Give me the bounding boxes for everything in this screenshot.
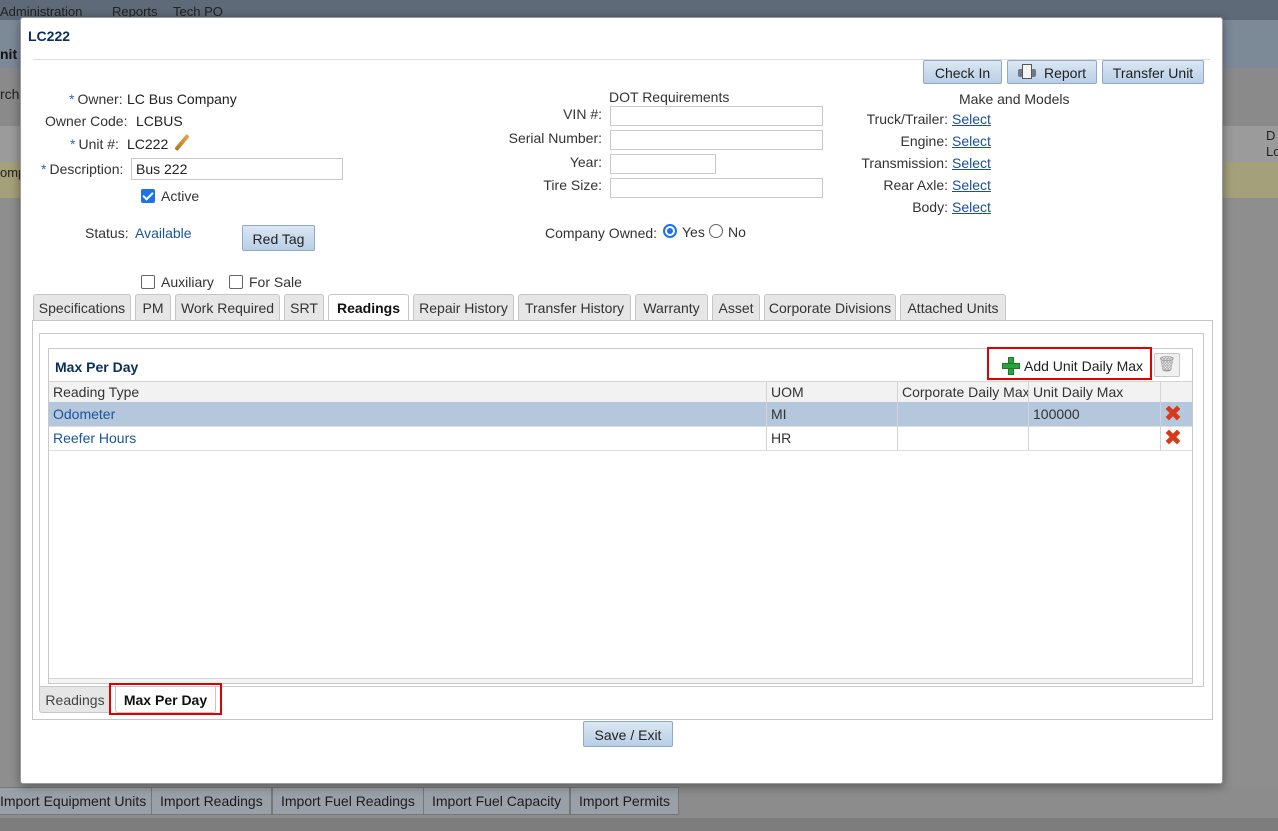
delete-icon[interactable]: ✖ <box>1163 403 1183 425</box>
unit-modal: LC222 Check In Report Transfer Unit * Own… <box>20 17 1223 784</box>
corporate-daily-max-cell <box>898 402 1029 426</box>
trash-icon[interactable]: 🗑 <box>1154 353 1180 377</box>
auxiliary-checkbox[interactable] <box>141 275 155 289</box>
transfer-unit-button[interactable]: Transfer Unit <box>1102 60 1204 84</box>
bg-fragment: rch <box>0 86 20 102</box>
corporate-daily-max-cell <box>898 426 1029 450</box>
import-permits-button[interactable]: Import Permits <box>570 787 680 815</box>
truck-trailer-label: Truck/Trailer: <box>866 111 948 127</box>
import-equipment-units-button[interactable]: Import Equipment Units <box>0 787 156 815</box>
pencil-icon[interactable] <box>173 134 191 152</box>
dot-requirements-title: DOT Requirements <box>609 89 730 105</box>
vin-input[interactable] <box>610 106 823 126</box>
column-corporate-daily-max[interactable]: Corporate Daily Max <box>898 382 1029 402</box>
grid-header: Reading Type UOM Corporate Daily Max Uni… <box>49 381 1192 403</box>
add-unit-daily-max-button[interactable]: Add Unit Daily Max <box>998 353 1149 379</box>
readings-tab-panel: Max Per Day Add Unit Daily Max 🗑 Reading… <box>32 320 1213 720</box>
tab-corporate-divisions[interactable]: Corporate Divisions <box>764 294 896 320</box>
engine-label: Engine: <box>900 133 948 149</box>
tab-work-required[interactable]: Work Required <box>175 294 280 320</box>
grid-title: Max Per Day <box>55 359 139 375</box>
report-label: Report <box>1043 65 1087 81</box>
body-select-link[interactable]: Select <box>952 199 991 215</box>
import-readings-button[interactable]: Import Readings <box>151 787 272 815</box>
subtab-max-per-day[interactable]: Max Per Day <box>115 687 216 713</box>
max-per-day-panel: Max Per Day Add Unit Daily Max 🗑 Reading… <box>39 333 1204 687</box>
rear-axle-label: Rear Axle: <box>883 177 948 193</box>
tire-size-label: Tire Size: <box>543 177 602 193</box>
year-input[interactable] <box>610 154 716 174</box>
column-unit-daily-max[interactable]: Unit Daily Max <box>1029 382 1161 402</box>
check-in-button[interactable]: Check In <box>923 60 1002 84</box>
modal-title: LC222 <box>28 28 71 44</box>
for-sale-label: For Sale <box>249 274 302 290</box>
max-per-day-grid: Max Per Day Add Unit Daily Max 🗑 Reading… <box>48 347 1193 684</box>
import-fuel-readings-button[interactable]: Import Fuel Readings <box>272 787 424 815</box>
bg-fragment: Lo <box>1266 144 1278 159</box>
uom-cell: HR <box>767 426 898 450</box>
uom-cell: MI <box>767 402 898 426</box>
tab-readings[interactable]: Readings <box>328 294 409 321</box>
red-tag-button[interactable]: Red Tag <box>242 225 315 251</box>
plus-icon <box>1002 357 1020 375</box>
tab-asset[interactable]: Asset <box>712 294 760 320</box>
company-owned-no-label: No <box>728 224 746 240</box>
grid-footer <box>49 678 1192 683</box>
reading-type-cell[interactable]: Odometer <box>49 402 767 426</box>
engine-select-link[interactable]: Select <box>952 133 991 149</box>
subtab-readings[interactable]: Readings <box>39 687 111 713</box>
tab-specifications[interactable]: Specifications <box>33 294 131 320</box>
unit-number-value: LC222 <box>127 136 169 152</box>
table-row[interactable]: Reefer Hours HR ✖ <box>49 426 1192 451</box>
rear-axle-select-link[interactable]: Select <box>952 177 991 193</box>
make-models-title: Make and Models <box>959 91 1070 107</box>
printer-icon <box>1018 64 1036 80</box>
auxiliary-label: Auxiliary <box>161 274 214 290</box>
tab-transfer-history[interactable]: Transfer History <box>518 294 631 320</box>
unit-daily-max-cell[interactable] <box>1029 426 1161 450</box>
serial-number-input[interactable] <box>610 130 823 150</box>
transmission-select-link[interactable]: Select <box>952 155 991 171</box>
status-label: Status: <box>85 225 129 241</box>
status-value[interactable]: Available <box>135 225 192 241</box>
company-owned-no-radio[interactable] <box>709 224 723 238</box>
tab-warranty[interactable]: Warranty <box>635 294 708 320</box>
app-footer <box>0 818 1278 831</box>
tab-repair-history[interactable]: Repair History <box>413 294 514 320</box>
serial-number-label: Serial Number: <box>508 130 602 146</box>
vin-label: VIN #: <box>563 106 602 122</box>
truck-trailer-select-link[interactable]: Select <box>952 111 991 127</box>
tire-size-input[interactable] <box>610 178 823 198</box>
tab-srt[interactable]: SRT <box>284 294 324 320</box>
column-reading-type[interactable]: Reading Type <box>49 382 767 402</box>
save-exit-button[interactable]: Save / Exit <box>583 721 673 747</box>
bg-fragment: D <box>1266 128 1276 143</box>
import-fuel-capacity-button[interactable]: Import Fuel Capacity <box>423 787 571 815</box>
active-label: Active <box>161 188 200 204</box>
company-owned-yes-label: Yes <box>682 224 705 240</box>
active-checkbox[interactable] <box>141 189 155 203</box>
add-unit-daily-max-label: Add Unit Daily Max <box>1024 358 1144 374</box>
unit-daily-max-cell[interactable]: 100000 <box>1029 402 1161 426</box>
column-uom[interactable]: UOM <box>767 382 898 402</box>
tab-pm[interactable]: PM <box>135 294 171 320</box>
transmission-label: Transmission: <box>861 155 948 171</box>
owner-label: * Owner: <box>69 91 123 107</box>
owner-value: LC Bus Company <box>127 91 237 107</box>
for-sale-checkbox[interactable] <box>229 275 243 289</box>
table-row[interactable]: Odometer MI 100000 ✖ <box>49 402 1192 427</box>
tab-attached-units[interactable]: Attached Units <box>900 294 1006 320</box>
reading-type-cell[interactable]: Reefer Hours <box>49 426 767 450</box>
delete-icon[interactable]: ✖ <box>1163 427 1183 449</box>
unit-number-label: * Unit #: <box>70 136 119 152</box>
company-owned-label: Company Owned: <box>545 225 658 241</box>
owner-code-value: LCBUS <box>136 113 183 129</box>
company-owned-yes-radio[interactable] <box>663 224 677 238</box>
owner-code-label: Owner Code: <box>45 113 128 129</box>
report-button[interactable]: Report <box>1007 60 1097 84</box>
body-label: Body: <box>912 199 948 215</box>
description-label: * Description: <box>41 161 124 177</box>
description-input[interactable] <box>131 158 343 180</box>
year-label: Year: <box>569 154 602 170</box>
